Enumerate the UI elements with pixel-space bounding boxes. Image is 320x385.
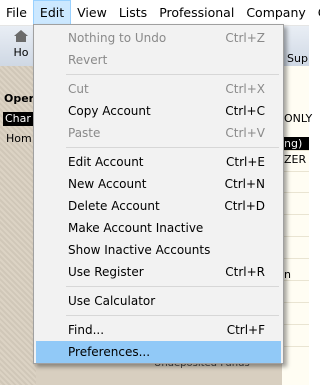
menu-item-delete-account[interactable]: Delete Account Ctrl+D <box>36 195 281 217</box>
menu-customers[interactable]: Cu <box>312 0 320 25</box>
menu-file[interactable]: File <box>0 0 33 25</box>
menu-company[interactable]: Company <box>240 0 311 25</box>
menu-item-paste[interactable]: Paste Ctrl+V <box>36 122 281 144</box>
menu-item-show-inactive[interactable]: Show Inactive Accounts <box>36 239 281 261</box>
menu-item-edit-account[interactable]: Edit Account Ctrl+E <box>36 151 281 173</box>
home-icon <box>14 30 28 42</box>
menu-item-revert[interactable]: Revert <box>36 49 281 71</box>
menu-lists[interactable]: Lists <box>113 0 153 25</box>
menu-separator <box>66 147 279 148</box>
menu-bar: File Edit View Lists Professional Compan… <box>0 0 320 26</box>
account-list-panel: ONLY ZER n <box>282 66 313 385</box>
menu-item-find[interactable]: Find... Ctrl+F <box>36 319 281 341</box>
open-window-selected[interactable]: Char <box>3 112 33 126</box>
menu-professional[interactable]: Professional <box>153 0 240 25</box>
account-list-selected-cell[interactable]: ng) <box>282 137 309 150</box>
account-list-cell: ZER <box>284 153 307 166</box>
account-list-cell: ONLY <box>284 112 313 125</box>
open-windows-title: Oper <box>4 92 35 105</box>
menu-item-new-account[interactable]: New Account Ctrl+N <box>36 173 281 195</box>
open-window-home[interactable]: Hom <box>6 132 32 145</box>
menu-edit[interactable]: Edit <box>32 0 72 25</box>
menu-view[interactable]: View <box>71 0 113 25</box>
support-toolbar-label[interactable]: Sup <box>287 52 308 65</box>
menu-item-copy-account[interactable]: Copy Account Ctrl+C <box>36 100 281 122</box>
menu-item-use-calculator[interactable]: Use Calculator <box>36 290 281 312</box>
menu-item-cut[interactable]: Cut Ctrl+X <box>36 78 281 100</box>
menu-item-preferences[interactable]: Preferences... <box>36 341 281 363</box>
home-toolbar-button[interactable]: Ho <box>6 28 36 64</box>
home-toolbar-label: Ho <box>13 46 29 59</box>
menu-item-undo[interactable]: Nothing to Undo Ctrl+Z <box>36 27 281 49</box>
menu-item-make-inactive[interactable]: Make Account Inactive <box>36 217 281 239</box>
menu-separator <box>66 286 279 287</box>
menu-item-use-register[interactable]: Use Register Ctrl+R <box>36 261 281 283</box>
menu-separator <box>66 315 279 316</box>
edit-menu-dropdown: Nothing to Undo Ctrl+Z Revert Cut Ctrl+X C… <box>33 24 284 364</box>
menu-separator <box>66 74 279 75</box>
